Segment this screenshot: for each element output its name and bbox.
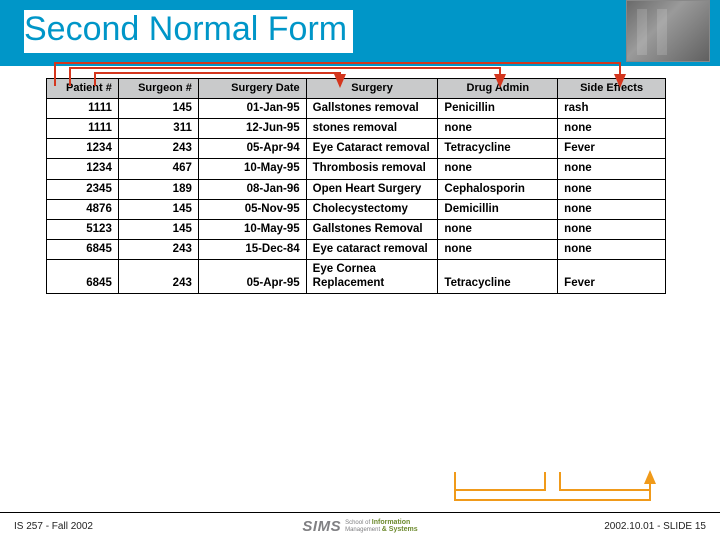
cell: 467 — [118, 159, 198, 179]
col-side: Side Effects — [558, 79, 666, 99]
cell: 1111 — [47, 98, 119, 118]
col-surgerydate: Surgery Date — [198, 79, 306, 99]
data-table-wrap: Patient # Surgeon # Surgery Date Surgery… — [46, 78, 666, 294]
table-row: 234518908-Jan-96Open Heart SurgeryCephal… — [47, 179, 666, 199]
cell: none — [558, 219, 666, 239]
cell: 10-May-95 — [198, 159, 306, 179]
cell: Tetracycline — [438, 260, 558, 293]
cell: 05-Apr-94 — [198, 139, 306, 159]
cell: 1234 — [47, 139, 119, 159]
cell: 243 — [118, 240, 198, 260]
sims-logo-sub: School of Information Management & Syste… — [345, 519, 418, 533]
col-drug: Drug Admin — [438, 79, 558, 99]
table-row: 123446710-May-95Thrombosis removalnoneno… — [47, 159, 666, 179]
cell: Gallstones Removal — [306, 219, 438, 239]
cell: Gallstones removal — [306, 98, 438, 118]
cell: none — [558, 118, 666, 138]
cell: 12-Jun-95 — [198, 118, 306, 138]
cell: Thrombosis removal — [306, 159, 438, 179]
cell: none — [438, 159, 558, 179]
normal-form-table: Patient # Surgeon # Surgery Date Surgery… — [46, 78, 666, 294]
cell: none — [558, 240, 666, 260]
table-header-row: Patient # Surgeon # Surgery Date Surgery… — [47, 79, 666, 99]
table-row: 512314510-May-95Gallstones Removalnoneno… — [47, 219, 666, 239]
cell: 05-Nov-95 — [198, 199, 306, 219]
col-patient: Patient # — [47, 79, 119, 99]
logo-line2b: & Systems — [382, 526, 418, 533]
cell: none — [558, 199, 666, 219]
cell: Tetracycline — [438, 139, 558, 159]
col-surgeon: Surgeon # — [118, 79, 198, 99]
cell: none — [558, 179, 666, 199]
cell: stones removal — [306, 118, 438, 138]
cell: none — [438, 219, 558, 239]
cell: 243 — [118, 139, 198, 159]
footer-left: IS 257 - Fall 2002 — [14, 521, 93, 532]
footer-logo: SIMS School of Information Management & … — [302, 516, 417, 536]
cell: 145 — [118, 98, 198, 118]
cell: 6845 — [47, 260, 119, 293]
cell: 311 — [118, 118, 198, 138]
cell: 145 — [118, 219, 198, 239]
logo-line2a: Management — [345, 527, 382, 533]
cell: 145 — [118, 199, 198, 219]
cell: Penicillin — [438, 98, 558, 118]
cell: Eye Cataract removal — [306, 139, 438, 159]
logo-line1b: Information — [372, 519, 411, 526]
table-row: 111114501-Jan-95Gallstones removalPenici… — [47, 98, 666, 118]
slide-title: Second Normal Form — [24, 10, 353, 53]
cell: Cholecystectomy — [306, 199, 438, 219]
cell: Eye Cornea Replacement — [306, 260, 438, 293]
sims-logo-text: SIMS — [302, 518, 341, 535]
cell: 08-Jan-96 — [198, 179, 306, 199]
cell: 4876 — [47, 199, 119, 219]
cell: Demicillin — [438, 199, 558, 219]
table-row: 684524315-Dec-84Eye cataract removalnone… — [47, 240, 666, 260]
cell: none — [438, 240, 558, 260]
cell: 10-May-95 — [198, 219, 306, 239]
cell: 01-Jan-95 — [198, 98, 306, 118]
logo-line1a: School of — [345, 520, 372, 526]
cell: rash — [558, 98, 666, 118]
cell: 1111 — [47, 118, 119, 138]
cell: 05-Apr-95 — [198, 260, 306, 293]
cell: Open Heart Surgery — [306, 179, 438, 199]
cell: Eye cataract removal — [306, 240, 438, 260]
cell: none — [438, 118, 558, 138]
cell: 2345 — [47, 179, 119, 199]
cell: 189 — [118, 179, 198, 199]
cell: none — [558, 159, 666, 179]
footer-right: 2002.10.01 - SLIDE 15 — [604, 521, 706, 532]
col-surgery: Surgery — [306, 79, 438, 99]
cell: 15-Dec-84 — [198, 240, 306, 260]
cell: 243 — [118, 260, 198, 293]
cell: 5123 — [47, 219, 119, 239]
cell: Cephalosporin — [438, 179, 558, 199]
cell: Fever — [558, 260, 666, 293]
cell: Fever — [558, 139, 666, 159]
table-row: 487614505-Nov-95CholecystectomyDemicilli… — [47, 199, 666, 219]
cell: 6845 — [47, 240, 119, 260]
table-row: 123424305-Apr-94Eye Cataract removalTetr… — [47, 139, 666, 159]
cell: 1234 — [47, 159, 119, 179]
table-row: 111131112-Jun-95stones removalnonenone — [47, 118, 666, 138]
table-row: 684524305-Apr-95Eye Cornea ReplacementTe… — [47, 260, 666, 293]
decorative-photo — [626, 0, 710, 62]
